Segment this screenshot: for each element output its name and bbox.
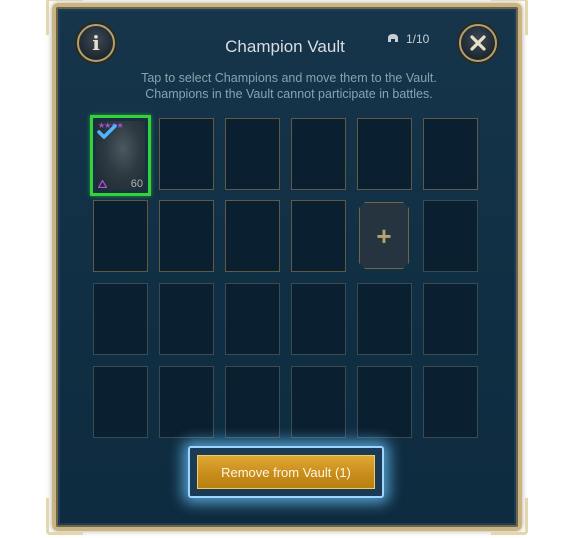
description-line: Tap to select Champions and move them to…: [141, 71, 437, 85]
vault-counter: 1/10: [387, 32, 429, 46]
frame-corner: [491, 0, 528, 35]
close-button[interactable]: [459, 24, 497, 62]
locked-slot: [159, 366, 214, 438]
checkmark-icon: [97, 124, 117, 139]
frame-corner: [46, 498, 83, 535]
vault-slot[interactable]: [291, 200, 346, 272]
vault-slot[interactable]: [225, 118, 280, 190]
plus-icon: +: [376, 220, 392, 251]
vault-slot[interactable]: [159, 118, 214, 190]
frame-corner: [46, 0, 83, 35]
vault-slot-champion[interactable]: ★★★★ 60: [90, 115, 151, 196]
locked-slot: [423, 366, 478, 438]
locked-slot: [93, 366, 148, 438]
locked-slot: [423, 283, 478, 355]
vault-slot[interactable]: [93, 200, 148, 272]
locked-slot: [93, 283, 148, 355]
champion-level: 60: [130, 178, 143, 190]
locked-slot: [423, 200, 478, 272]
locked-slot: [225, 366, 280, 438]
info-icon: i: [92, 31, 100, 55]
vault-slot[interactable]: [291, 118, 346, 190]
vault-slot[interactable]: [225, 200, 280, 272]
vault-description: Tap to select Champions and move them to…: [90, 70, 488, 102]
helmet-icon: [388, 34, 398, 42]
vault-slot[interactable]: [159, 200, 214, 272]
info-button[interactable]: i: [77, 24, 115, 62]
remove-button-frame: Remove from Vault (1): [188, 446, 384, 498]
counter-value: 1/10: [406, 32, 430, 46]
locked-slot: [225, 283, 280, 355]
description-line: Champions in the Vault cannot participat…: [145, 87, 433, 101]
add-slot-button[interactable]: +: [359, 202, 409, 269]
close-icon: [470, 35, 486, 51]
remove-from-vault-button[interactable]: Remove from Vault (1): [197, 455, 375, 489]
locked-slot: [291, 283, 346, 355]
frame-corner: [491, 498, 528, 535]
locked-slot: [159, 283, 214, 355]
locked-slot: [357, 283, 412, 355]
dialog-title: Champion Vault: [225, 37, 345, 56]
locked-slot: [357, 366, 412, 438]
affinity-icon: [98, 180, 107, 188]
locked-slot: [291, 366, 346, 438]
vault-slot[interactable]: [423, 118, 478, 190]
vault-slot[interactable]: [357, 118, 412, 190]
